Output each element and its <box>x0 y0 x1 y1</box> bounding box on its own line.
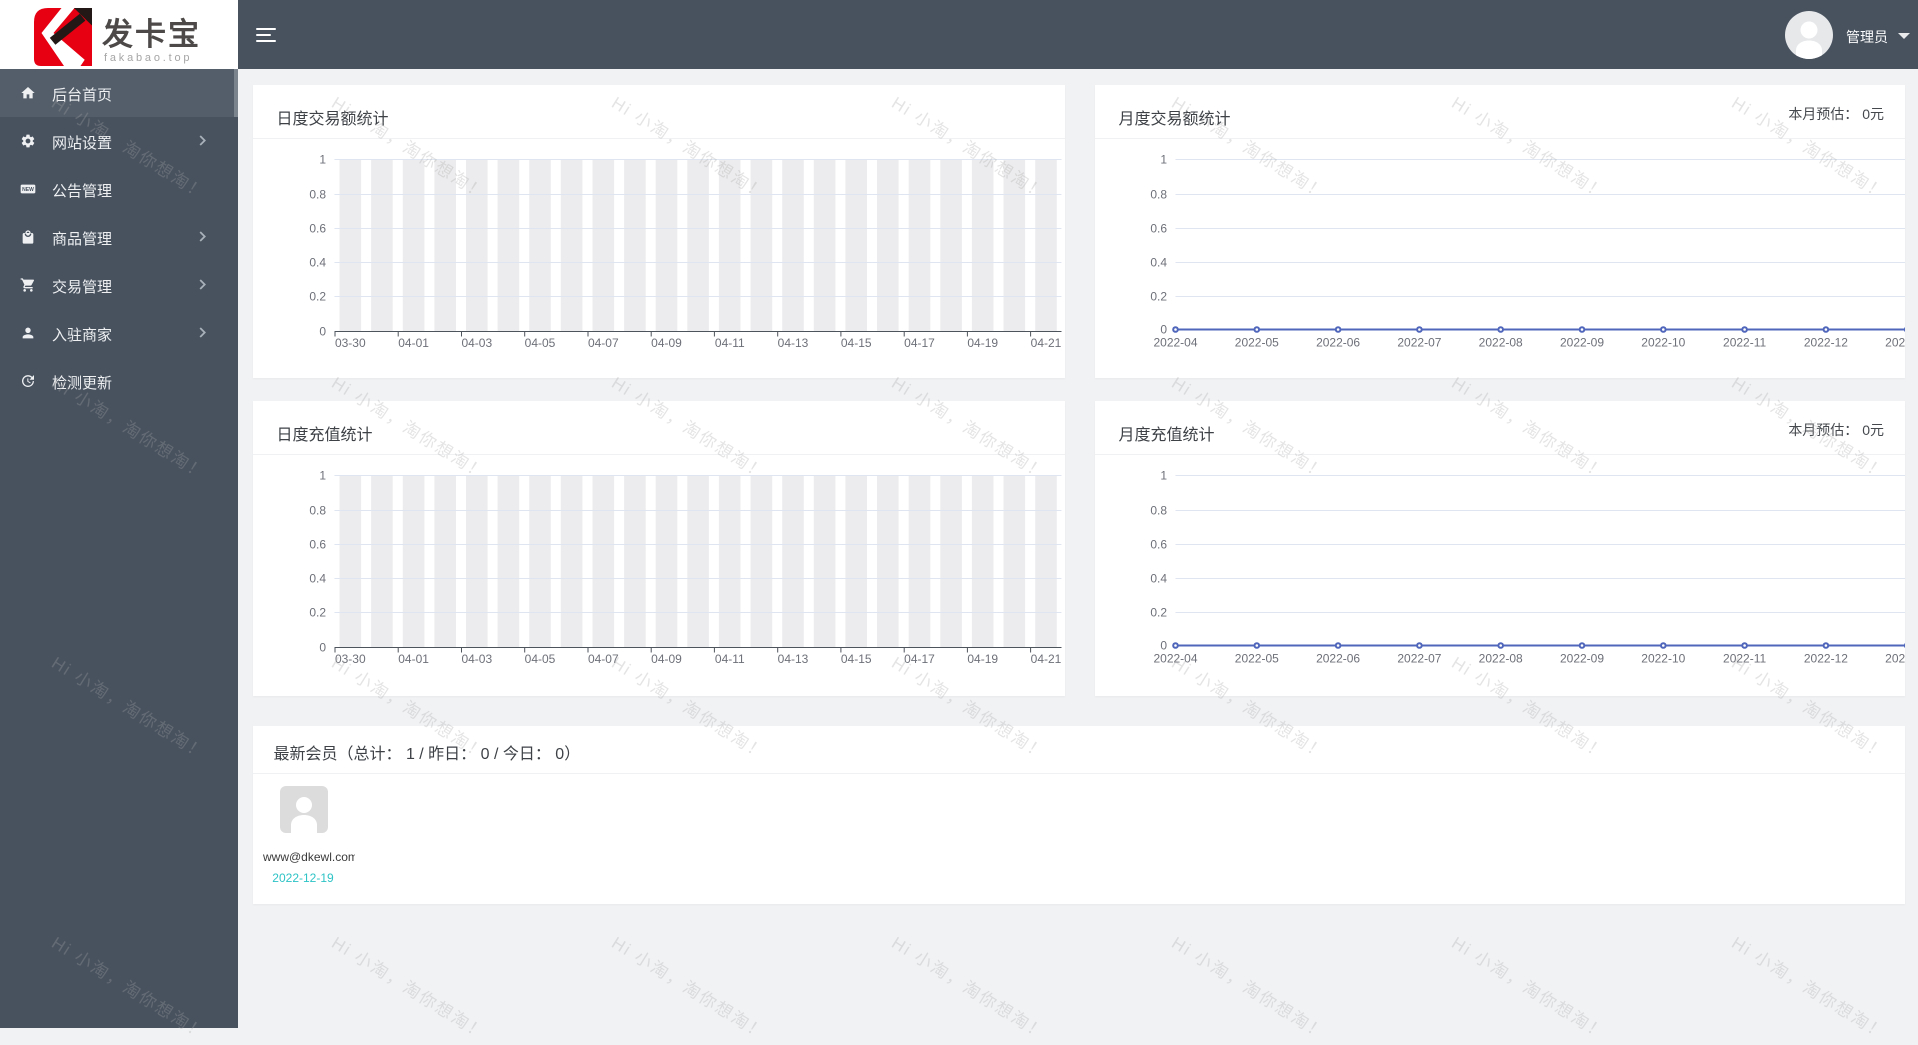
svg-text:2023-01: 2023-01 <box>1885 652 1905 666</box>
svg-text:0.6: 0.6 <box>1150 538 1167 552</box>
svg-text:04-21: 04-21 <box>1031 336 1062 350</box>
svg-text:0.2: 0.2 <box>309 606 326 620</box>
svg-text:03-30: 03-30 <box>335 336 366 350</box>
svg-text:04-05: 04-05 <box>525 652 556 666</box>
svg-text:04-17: 04-17 <box>904 652 935 666</box>
svg-text:0: 0 <box>1160 323 1167 337</box>
svg-text:04-09: 04-09 <box>651 652 682 666</box>
svg-text:NEW: NEW <box>22 187 34 193</box>
svg-text:1: 1 <box>1160 153 1167 167</box>
svg-text:2022-09: 2022-09 <box>1560 652 1604 666</box>
svg-text:2022-11: 2022-11 <box>1723 336 1766 350</box>
svg-text:0.4: 0.4 <box>1150 572 1167 586</box>
svg-text:04-13: 04-13 <box>778 336 809 350</box>
svg-text:0.4: 0.4 <box>309 572 326 586</box>
svg-text:0.6: 0.6 <box>1150 222 1167 236</box>
svg-text:0.8: 0.8 <box>1150 504 1167 518</box>
svg-text:2022-06: 2022-06 <box>1316 652 1360 666</box>
svg-text:0: 0 <box>319 325 326 339</box>
svg-text:2022-08: 2022-08 <box>1479 336 1523 350</box>
svg-text:1: 1 <box>1160 469 1167 483</box>
svg-text:2022-12: 2022-12 <box>1804 652 1848 666</box>
svg-text:2022-04: 2022-04 <box>1153 652 1197 666</box>
svg-text:0.8: 0.8 <box>1150 188 1167 202</box>
svg-text:04-21: 04-21 <box>1031 652 1062 666</box>
svg-text:04-03: 04-03 <box>461 336 492 350</box>
svg-text:04-13: 04-13 <box>778 652 809 666</box>
svg-text:2023-01: 2023-01 <box>1885 336 1905 350</box>
svg-text:0.4: 0.4 <box>1150 256 1167 270</box>
svg-text:2022-12: 2022-12 <box>1804 336 1848 350</box>
svg-text:0.2: 0.2 <box>1150 290 1167 304</box>
svg-text:0.2: 0.2 <box>1150 606 1167 620</box>
svg-text:04-07: 04-07 <box>588 336 619 350</box>
svg-text:0.2: 0.2 <box>309 290 326 304</box>
svg-text:2022-08: 2022-08 <box>1479 652 1523 666</box>
svg-text:04-07: 04-07 <box>588 652 619 666</box>
svg-text:04-19: 04-19 <box>967 652 998 666</box>
svg-text:0: 0 <box>319 641 326 655</box>
svg-text:2022-09: 2022-09 <box>1560 336 1604 350</box>
svg-text:2022-04: 2022-04 <box>1153 336 1197 350</box>
svg-text:0.6: 0.6 <box>309 222 326 236</box>
svg-text:0: 0 <box>1160 639 1167 653</box>
svg-text:04-17: 04-17 <box>904 336 935 350</box>
svg-text:2022-05: 2022-05 <box>1235 336 1279 350</box>
svg-text:04-11: 04-11 <box>715 336 745 350</box>
svg-text:0.6: 0.6 <box>309 538 326 552</box>
svg-text:04-15: 04-15 <box>841 336 872 350</box>
svg-text:03-30: 03-30 <box>335 652 366 666</box>
svg-text:04-01: 04-01 <box>398 652 429 666</box>
svg-text:04-05: 04-05 <box>525 336 556 350</box>
svg-text:2022-10: 2022-10 <box>1641 652 1685 666</box>
svg-text:2022-07: 2022-07 <box>1397 336 1441 350</box>
svg-text:04-19: 04-19 <box>967 336 998 350</box>
svg-text:2022-11: 2022-11 <box>1723 652 1766 666</box>
svg-text:0.4: 0.4 <box>309 256 326 270</box>
svg-text:1: 1 <box>319 469 326 483</box>
svg-text:04-09: 04-09 <box>651 336 682 350</box>
svg-text:04-11: 04-11 <box>715 652 745 666</box>
svg-text:2022-06: 2022-06 <box>1316 336 1360 350</box>
svg-text:04-03: 04-03 <box>461 652 492 666</box>
svg-text:04-15: 04-15 <box>841 652 872 666</box>
svg-text:0.8: 0.8 <box>309 504 326 518</box>
svg-text:2022-05: 2022-05 <box>1235 652 1279 666</box>
svg-text:2022-07: 2022-07 <box>1397 652 1441 666</box>
svg-text:2022-10: 2022-10 <box>1641 336 1685 350</box>
svg-text:0.8: 0.8 <box>309 188 326 202</box>
svg-text:1: 1 <box>319 153 326 167</box>
svg-text:04-01: 04-01 <box>398 336 429 350</box>
